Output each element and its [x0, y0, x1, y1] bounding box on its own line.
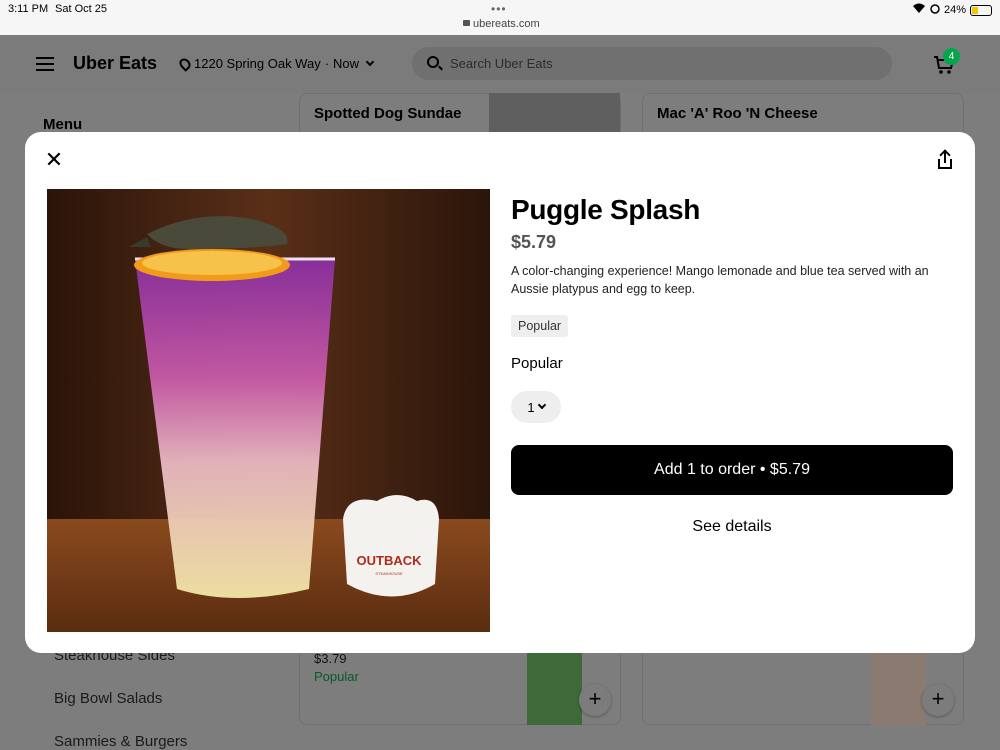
address-separator: · [324, 56, 330, 71]
more-dots-icon[interactable]: ••• [491, 2, 507, 16]
still-water-bottle-image [871, 653, 926, 725]
lock-icon [463, 20, 470, 26]
item-title: Puggle Splash [511, 194, 701, 225]
location-pin-icon [177, 55, 193, 72]
quantity-selector[interactable]: 1 [511, 391, 561, 423]
wifi-icon [912, 3, 926, 17]
item-description: A color-changing experience! Mango lemon… [511, 264, 929, 296]
menu-card-title: Spotted Dog Sundae [314, 105, 462, 122]
status-time: 3:11 PM [8, 3, 49, 15]
share-icon[interactable] [935, 149, 957, 172]
address-text: 1220 Spring Oak Way [194, 56, 321, 71]
menu-card-popular-tag: Popular [314, 669, 359, 684]
url-bar[interactable]: ubereats.com [463, 18, 540, 30]
sparkling-water-bottle-image [527, 653, 582, 725]
search-input[interactable] [450, 53, 870, 73]
close-icon[interactable]: ✕ [43, 149, 65, 171]
search-bar[interactable] [412, 47, 892, 80]
status-date: Sat Oct 25 [55, 3, 107, 15]
menu-heading: Menu [43, 116, 83, 133]
outback-logo-text: OUTBACK [357, 553, 423, 568]
url-text: ubereats.com [473, 18, 540, 30]
see-details-button[interactable]: See details [511, 507, 953, 547]
chevron-down-icon [537, 400, 546, 410]
menu-card-price: $3.79 [314, 651, 347, 666]
hamburger-menu-icon[interactable] [36, 57, 54, 71]
item-photo: OUTBACK STEAKHOUSE [47, 189, 490, 632]
uber-eats-logo[interactable]: Uber Eats [73, 53, 157, 74]
status-right: 24% [912, 3, 992, 17]
status-bar: 3:11 PM Sat Oct 25 ••• ubereats.com 24% [0, 0, 1000, 35]
popular-badge: Popular [511, 315, 569, 337]
section-label: Popular [511, 355, 563, 372]
battery-percent: 24% [943, 4, 966, 16]
sidebar-item-sammies-burgers[interactable]: Sammies & Burgers [54, 733, 187, 750]
add-to-order-button[interactable]: Add 1 to order • $5.79 [511, 445, 953, 495]
battery-icon [970, 4, 992, 16]
delivery-time: Now [333, 56, 360, 71]
outback-logo-subtext: STEAKHOUSE [375, 571, 403, 576]
sidebar-item-big-bowl-salads[interactable]: Big Bowl Salads [54, 690, 162, 707]
search-icon [427, 56, 439, 68]
chevron-down-icon [365, 57, 375, 66]
add-item-button[interactable]: + [922, 684, 954, 716]
item-price: $5.79 [511, 232, 557, 252]
add-item-button[interactable]: + [579, 684, 611, 716]
item-modal: ✕ OUTBACK STEAKHOUSE Puggle Splash $5.79… [25, 132, 975, 653]
menu-card-title: Mac 'A' Roo 'N Cheese [657, 105, 818, 122]
cart-count-badge: 4 [943, 48, 960, 65]
orientation-lock-icon [930, 3, 940, 17]
delivery-address[interactable]: 1220 Spring Oak Way · Now [177, 55, 375, 72]
quantity-value: 1 [527, 399, 535, 415]
menu-card-image [489, 93, 620, 133]
